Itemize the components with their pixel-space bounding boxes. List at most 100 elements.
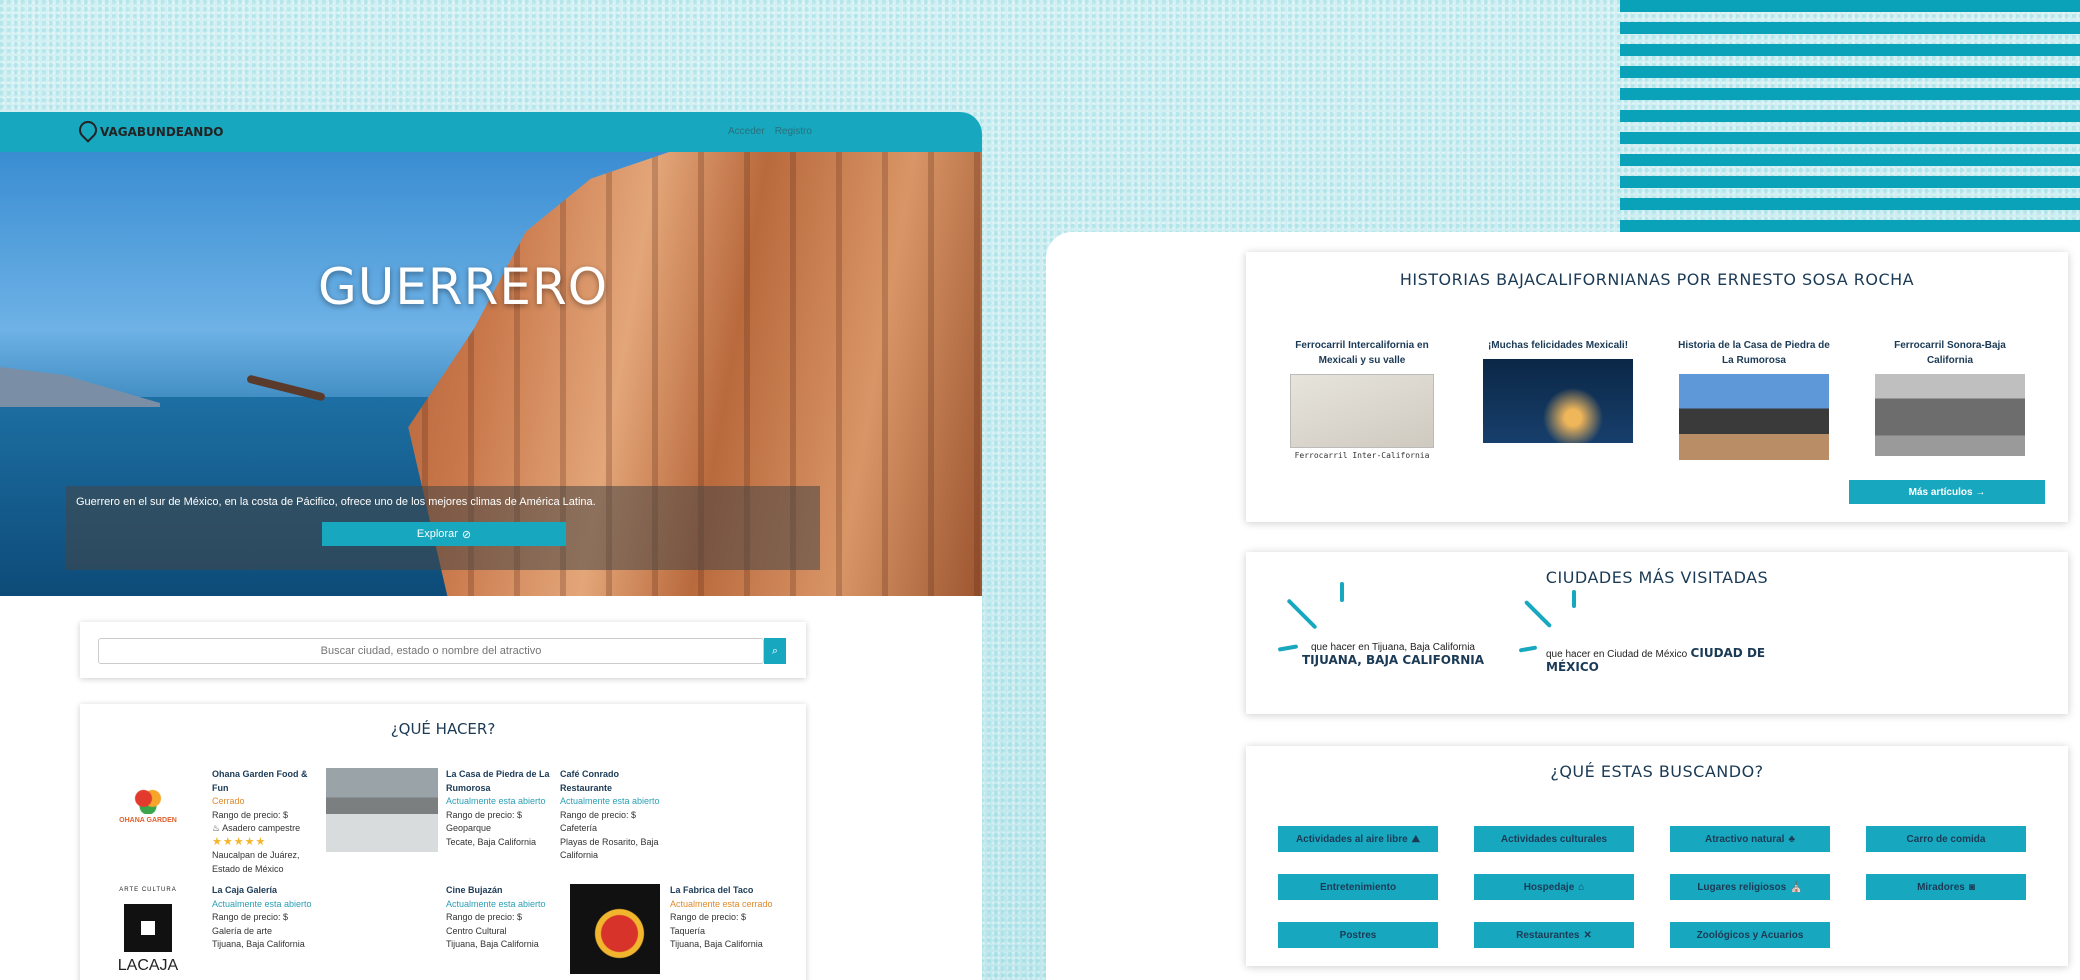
search-input[interactable] [98, 638, 764, 664]
place-price: Rango de precio: $ [446, 809, 523, 820]
city-image-alt: que hacer en Ciudad de México [1546, 649, 1688, 660]
category-button[interactable]: Zoológicos y Acuarios [1670, 922, 1830, 948]
place-location: Naucalpan de Juárez, Estado de México [212, 850, 300, 874]
place-category: Galería de arte [212, 925, 273, 936]
place-name[interactable]: Ohana Garden Food & Fun [212, 768, 312, 795]
article-image [1290, 374, 1434, 448]
ohana-logo: OHANA GARDEN [108, 768, 188, 848]
buscando-card: ¿QUÉ ESTAS BUSCANDO? Actividades al aire… [1246, 746, 2068, 966]
article-title[interactable]: ¡Muchas felicidades Mexicali! [1478, 338, 1638, 353]
category-button[interactable]: Atractivo natural ♣ [1670, 826, 1830, 852]
place-status: Actualmente esta abierto [446, 898, 546, 909]
tree-icon: ♣ [1788, 833, 1796, 845]
article-caption: Ferrocarril Inter-California [1294, 451, 1430, 460]
article-image [1875, 374, 2025, 456]
decorative-stripes [1620, 0, 2080, 232]
historias-card: HISTORIAS BAJACALIFORNIANAS POR ERNESTO … [1246, 252, 2068, 522]
article-title[interactable]: Historia de la Casa de Piedra de La Rumo… [1674, 338, 1834, 368]
login-link[interactable]: Acceder [728, 126, 765, 137]
place-photo [570, 884, 660, 974]
hero-description: Guerrero en el sur de México, en la cost… [76, 496, 596, 508]
article-card[interactable]: Historia de la Casa de Piedra de La Rumo… [1674, 338, 1834, 460]
category-button[interactable]: Lugares religiosos ⛪ [1670, 874, 1830, 900]
search-icon: ⌕ [771, 644, 779, 657]
ciudades-card: CIUDADES MÁS VISITADAS que hacer en Tiju… [1246, 552, 2068, 714]
city-image-alt: que hacer en Tijuana, Baja California [1311, 642, 1475, 653]
category-button[interactable]: Actividades culturales [1474, 826, 1634, 852]
place-name[interactable]: La Fabrica del Taco [670, 884, 780, 898]
article-title[interactable]: Ferrocarril Sonora-Baja California [1870, 338, 2030, 368]
place-name[interactable]: La Caja Galería [212, 884, 322, 898]
camera-icon: ◙ [1968, 881, 1975, 893]
article-card[interactable]: Ferrocarril Sonora-Baja California [1870, 338, 2030, 456]
que-hacer-card: ¿QUÉ HACER? OHANA GARDEN Ohana Garden Fo… [80, 704, 806, 980]
explore-button[interactable]: Explorar ⊘ [322, 522, 566, 546]
place-name[interactable]: La Casa de Piedra de La Rumorosa [446, 768, 556, 795]
place-status: Cerrado [212, 796, 245, 806]
article-title[interactable]: Ferrocarril Intercalifornia en Mexicali … [1282, 338, 1442, 368]
more-articles-button[interactable]: Más artículos → [1849, 480, 2045, 504]
nav-links: Acceder Registro [728, 126, 812, 137]
content-panel: HISTORIAS BAJACALIFORNIANAS POR ERNESTO … [1046, 232, 2080, 980]
buscando-title: ¿QUÉ ESTAS BUSCANDO? [1550, 762, 1764, 781]
category-button[interactable]: Hospedaje ⌂ [1474, 874, 1634, 900]
article-card[interactable]: ¡Muchas felicidades Mexicali! [1478, 338, 1638, 443]
ciudades-title: CIUDADES MÁS VISITADAS [1545, 568, 1769, 587]
navbar: VAGABUNDEANDO Acceder Registro [0, 112, 982, 152]
article-image [1483, 359, 1633, 443]
article-card[interactable]: Ferrocarril Intercalifornia en Mexicali … [1282, 338, 1442, 463]
lacaja-logo: ARTE CULTURA LACAJA [117, 887, 179, 974]
place-location: Tijuana, Baja California [446, 939, 539, 949]
place-location: Tijuana, Baja California [670, 939, 763, 949]
place-location: Tecate, Baja California [446, 836, 537, 847]
article-image [1679, 374, 1829, 460]
place-category: Taquería [670, 925, 706, 936]
compass-icon: ⊘ [461, 528, 472, 541]
brand-name: VAGABUNDEANDO [100, 125, 224, 139]
church-icon: ⛪ [1790, 881, 1803, 893]
place-price: Rango de precio: $ [446, 912, 523, 922]
que-hacer-title: ¿QUÉ HACER? [390, 720, 496, 738]
hero-caption-box: Guerrero en el sur de México, en la cost… [66, 486, 820, 570]
place-status: Actualmente esta abierto [560, 796, 660, 806]
hero-title: GUERRERO [318, 258, 609, 316]
hero-banner: GUERRERO Guerrero en el sur de México, e… [0, 152, 982, 596]
place-price: Rango de precio: $ [670, 912, 747, 922]
hiking-icon: ⛰ [1411, 833, 1421, 845]
place-category: Centro Cultural [446, 925, 507, 936]
place-location: Playas de Rosarito, Baja California [560, 836, 659, 861]
category-button[interactable]: Miradores ◙ [1866, 874, 2026, 900]
place-name[interactable]: Cine Bujazán [446, 884, 556, 898]
utensils-icon: ✕ [1583, 929, 1592, 941]
place-category: Geoparque [446, 823, 492, 833]
place-category: Cafetería [560, 823, 598, 833]
map-pin-icon [78, 120, 96, 144]
category-button[interactable]: Postres [1278, 922, 1438, 948]
place-photo [326, 768, 438, 852]
category-button[interactable]: Restaurantes ✕ [1474, 922, 1634, 948]
place-price: Rango de precio: $ [212, 912, 289, 922]
grill-icon: ♨ [212, 823, 221, 833]
category-button[interactable]: Actividades al aire libre ⛰ [1278, 826, 1438, 852]
place-status: Actualmente esta cerrado [670, 898, 773, 909]
historias-title: HISTORIAS BAJACALIFORNIANAS POR ERNESTO … [1399, 270, 1915, 289]
register-link[interactable]: Registro [775, 126, 812, 137]
brand-logo[interactable]: VAGABUNDEANDO [78, 120, 223, 144]
place-location: Tijuana, Baja California [212, 939, 305, 949]
place-status: Actualmente esta abierto [446, 796, 546, 806]
explore-label: Explorar [416, 528, 458, 540]
category-button[interactable]: Entretenimiento [1278, 874, 1438, 900]
homepage-panel: VAGABUNDEANDO Acceder Registro GUERRERO … [0, 112, 982, 980]
city-card[interactable]: que hacer en Tijuana, Baja California TI… [1298, 642, 1488, 667]
house-icon: ⌂ [1578, 881, 1585, 893]
city-name[interactable]: TIJUANA, BAJA CALIFORNIA [1298, 653, 1488, 667]
city-card[interactable]: que hacer en Ciudad de México CIUDAD DE … [1546, 646, 1766, 674]
place-category: Asadero campestre [222, 823, 301, 833]
place-status: Actualmente esta abierto [212, 898, 312, 909]
category-button[interactable]: Carro de comida [1866, 826, 2026, 852]
search-button[interactable]: ⌕ [764, 638, 786, 664]
place-name[interactable]: Café Conrado Restaurante [560, 768, 670, 795]
search-card: ⌕ [80, 622, 806, 678]
place-rating: ★★★★★ [212, 835, 267, 848]
place-price: Rango de precio: $ [212, 809, 289, 820]
